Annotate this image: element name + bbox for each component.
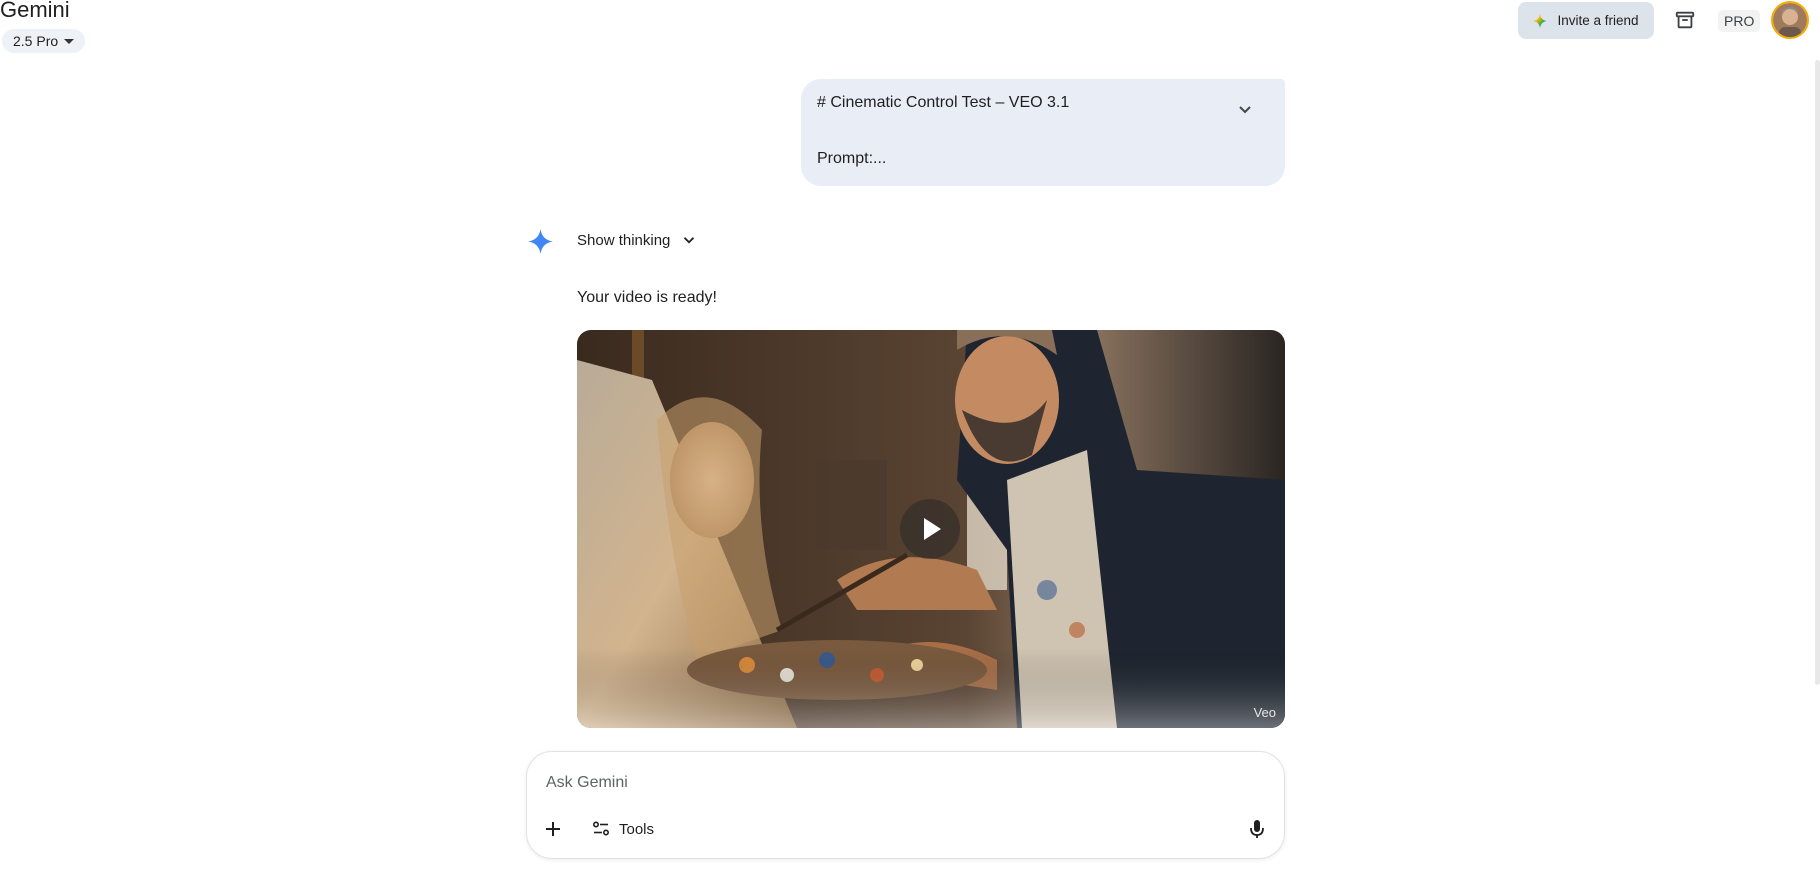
expand-message-button[interactable] xyxy=(1233,97,1257,121)
show-thinking-toggle[interactable]: Show thinking xyxy=(577,231,698,249)
avatar-image xyxy=(1773,3,1807,37)
caret-down-icon xyxy=(64,38,75,44)
chevron-down-icon xyxy=(684,237,695,244)
show-thinking-label: Show thinking xyxy=(577,231,671,249)
user-message-prompt: Prompt:... xyxy=(817,150,887,167)
model-selector[interactable]: 2.5 Pro xyxy=(2,29,86,53)
video-player[interactable]: Veo xyxy=(577,330,1285,728)
play-button[interactable] xyxy=(900,499,960,559)
plan-badge: PRO xyxy=(1718,10,1761,32)
archive-icon[interactable] xyxy=(1674,9,1696,31)
app-title: Gemini xyxy=(0,0,70,22)
tools-icon xyxy=(592,821,610,836)
prompt-input[interactable] xyxy=(546,769,1246,797)
veo-watermark: Veo xyxy=(1253,705,1276,720)
response-text: Your video is ready! xyxy=(577,289,717,306)
model-label: 2.5 Pro xyxy=(13,33,59,49)
add-attachment-button[interactable] xyxy=(539,815,567,843)
play-icon xyxy=(924,518,941,540)
gemini-spark-icon xyxy=(528,229,553,254)
tools-button[interactable]: Tools xyxy=(592,816,654,842)
invite-friend-label: Invite a friend xyxy=(1557,13,1639,28)
tools-label: Tools xyxy=(619,820,655,838)
avatar[interactable] xyxy=(1771,1,1809,39)
scrollbar[interactable] xyxy=(1815,60,1820,685)
sparkle-icon xyxy=(1533,13,1548,28)
user-message: # Cinematic Control Test – VEO 3.1 Promp… xyxy=(801,79,1285,186)
microphone-button[interactable] xyxy=(1243,815,1271,843)
prompt-composer: Tools xyxy=(526,751,1285,859)
user-message-heading: # Cinematic Control Test – VEO 3.1 xyxy=(817,94,1070,111)
invite-friend-button[interactable]: Invite a friend xyxy=(1518,2,1654,39)
